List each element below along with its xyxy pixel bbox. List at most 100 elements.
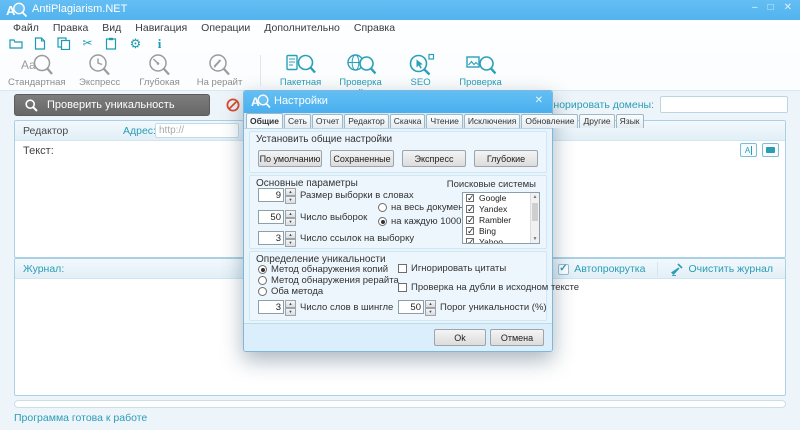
menu-operations[interactable]: Операции (194, 22, 257, 34)
stop-icon[interactable] (226, 98, 240, 112)
cut-icon[interactable]: ✂ (80, 36, 95, 50)
tab-general[interactable]: Общие (246, 113, 283, 128)
spin-down-icon[interactable]: ▼ (285, 196, 296, 204)
standard-check-icon: Aa (21, 53, 53, 77)
menu-file[interactable]: Файл (6, 22, 46, 34)
mode-express-button[interactable]: Экспресс (74, 53, 126, 89)
tab-network[interactable]: Сеть (284, 114, 311, 128)
address-input[interactable] (155, 123, 239, 138)
autoscroll-toggle[interactable]: Автопрокрутка (545, 262, 657, 276)
engine-bing-checkbox[interactable] (466, 226, 475, 237)
maximize-button[interactable]: □ (768, 2, 774, 13)
ignore-quotes-checkbox[interactable] (398, 264, 407, 273)
tab-reading[interactable]: Чтение (426, 114, 463, 128)
spin-up-icon[interactable]: ▲ (285, 210, 296, 218)
ok-button[interactable]: Ok (434, 329, 486, 346)
check-uniqueness-button[interactable]: Проверить уникальность (14, 94, 210, 116)
copy-icon[interactable] (56, 36, 71, 50)
spin-up-icon[interactable]: ▲ (285, 188, 296, 196)
sample-size-label: Размер выборки в словах (300, 190, 414, 201)
engine-google-checkbox[interactable] (466, 193, 475, 204)
deep-check-icon (147, 53, 173, 77)
menu-navigation[interactable]: Навигация (128, 22, 194, 34)
scope-whole-doc-radio[interactable] (378, 203, 387, 212)
ignore-domains-input[interactable] (660, 96, 788, 113)
titlebar: A AntiPlagiarism.NET – □ ✕ (0, 0, 800, 20)
settings-gear-icon[interactable]: ⚙ (128, 36, 143, 50)
spin-down-icon[interactable]: ▼ (285, 308, 296, 316)
method-rewrite-label: Метод обнаружения рерайта (271, 275, 399, 286)
engine-yahoo-checkbox[interactable] (466, 237, 475, 243)
tab-editor[interactable]: Редактор (344, 114, 389, 128)
svg-text:Aa: Aa (21, 58, 36, 72)
paste-icon[interactable] (104, 36, 119, 50)
spin-down-icon[interactable]: ▼ (425, 308, 436, 316)
screen-view-icon[interactable] (762, 143, 779, 157)
open-folder-icon[interactable] (8, 36, 23, 50)
engine-yandex[interactable]: Yandex (463, 204, 539, 215)
menu-bar: Файл Правка Вид Навигация Операции Допол… (0, 20, 800, 35)
dialog-logo-icon: A (251, 93, 271, 110)
info-icon[interactable]: i (152, 36, 167, 50)
spin-up-icon[interactable]: ▲ (285, 300, 296, 308)
engine-rambler-checkbox[interactable] (466, 215, 475, 226)
tab-download[interactable]: Скачка (389, 114, 426, 128)
links-per-sample-label: Число ссылок на выборку (300, 233, 415, 244)
method-rewrite-radio[interactable] (258, 276, 267, 285)
engine-yahoo[interactable]: Yahoo (463, 237, 539, 243)
minimize-button[interactable]: – (752, 2, 758, 13)
search-engines-list[interactable]: Google Yandex Rambler Bing (462, 192, 540, 244)
general-settings-title: Установить общие настройки (256, 134, 393, 145)
spin-down-icon[interactable]: ▼ (285, 218, 296, 226)
engine-yandex-checkbox[interactable] (466, 204, 475, 215)
preset-deep-button[interactable]: Глубокие (474, 150, 538, 167)
mode-standard-button[interactable]: Aa Стандартная (8, 53, 66, 89)
journal-label: Журнал: (23, 262, 65, 275)
window-title: AntiPlagiarism.NET (32, 3, 128, 15)
menu-additional[interactable]: Дополнительно (257, 22, 347, 34)
engine-bing[interactable]: Bing (463, 226, 539, 237)
preset-saved-button[interactable]: Сохраненные (330, 150, 394, 167)
ignore-quotes-label: Игнорировать цитаты (411, 263, 507, 274)
text-label: Текст: (23, 144, 54, 157)
threshold-label: Порог уникальности (%) (440, 302, 547, 313)
autoscroll-checkbox[interactable] (558, 263, 570, 275)
spin-up-icon[interactable]: ▲ (285, 231, 296, 239)
tab-other[interactable]: Другие (579, 114, 615, 128)
threshold-spinner[interactable]: 50 ▲ ▼ (398, 300, 436, 316)
scope-per-1000-radio[interactable] (378, 217, 387, 226)
menu-view[interactable]: Вид (95, 22, 128, 34)
preset-default-button[interactable]: По умолчанию (258, 150, 322, 167)
method-both-radio[interactable] (258, 287, 267, 296)
check-duplicates-checkbox[interactable] (398, 283, 407, 292)
links-per-sample-spinner[interactable]: 3 ▲ ▼ (258, 231, 296, 247)
dialog-tabs: Общие Сеть Отчет Редактор Скачка Чтение … (244, 113, 644, 129)
sample-size-spinner[interactable]: 9 ▲ ▼ (258, 188, 296, 204)
cancel-button[interactable]: Отмена (490, 329, 544, 346)
menu-edit[interactable]: Правка (46, 22, 95, 34)
mode-rewrite-button[interactable]: На рерайт (194, 53, 246, 89)
dialog-close-button[interactable]: ✕ (535, 95, 543, 106)
spin-up-icon[interactable]: ▲ (425, 300, 436, 308)
engines-scrollbar[interactable]: ▲ ▼ (530, 193, 539, 243)
clear-journal-button[interactable]: Очистить журнал (657, 262, 785, 276)
tab-update[interactable]: Обновление (521, 114, 579, 128)
new-document-icon[interactable] (32, 36, 47, 50)
spin-down-icon[interactable]: ▼ (285, 239, 296, 247)
tab-exclusions[interactable]: Исключения (463, 114, 521, 128)
address-label: Адрес: (123, 124, 156, 137)
mode-deep-button[interactable]: Глубокая (134, 53, 186, 89)
preset-express-button[interactable]: Экспресс (402, 150, 466, 167)
method-copies-radio[interactable] (258, 265, 267, 274)
tab-report[interactable]: Отчет (311, 114, 344, 128)
app-logo-icon: A (6, 1, 28, 19)
shingle-spinner[interactable]: 3 ▲ ▼ (258, 300, 296, 316)
tab-language[interactable]: Язык (615, 114, 644, 128)
close-button[interactable]: ✕ (784, 2, 792, 13)
main-toolbar: Aa Стандартная Экспресс Глубокая На рера… (0, 51, 800, 99)
engine-rambler[interactable]: Rambler (463, 215, 539, 226)
engine-google[interactable]: Google (463, 193, 539, 204)
text-cursor-icon[interactable]: A (740, 143, 757, 157)
sample-count-spinner[interactable]: 50 ▲ ▼ (258, 210, 296, 226)
menu-help[interactable]: Справка (347, 22, 402, 34)
